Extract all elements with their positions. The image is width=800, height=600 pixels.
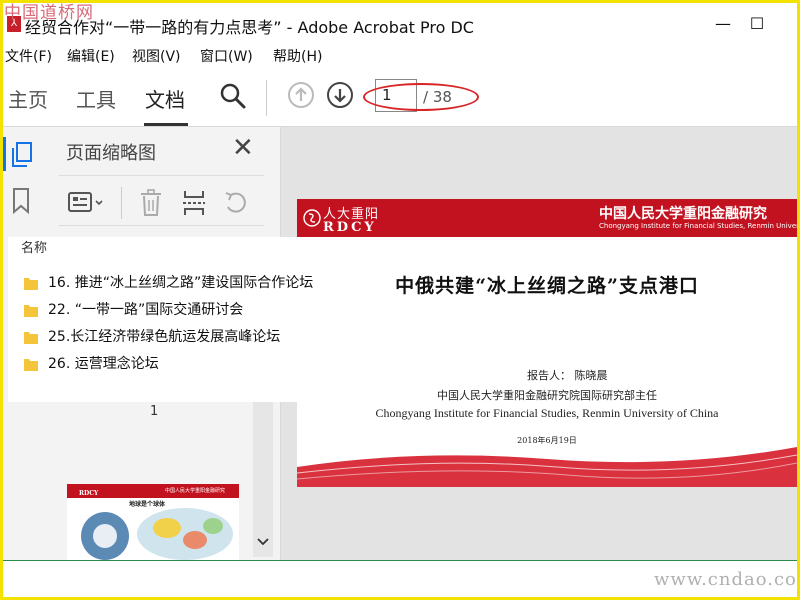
yellow-border xyxy=(0,0,800,600)
